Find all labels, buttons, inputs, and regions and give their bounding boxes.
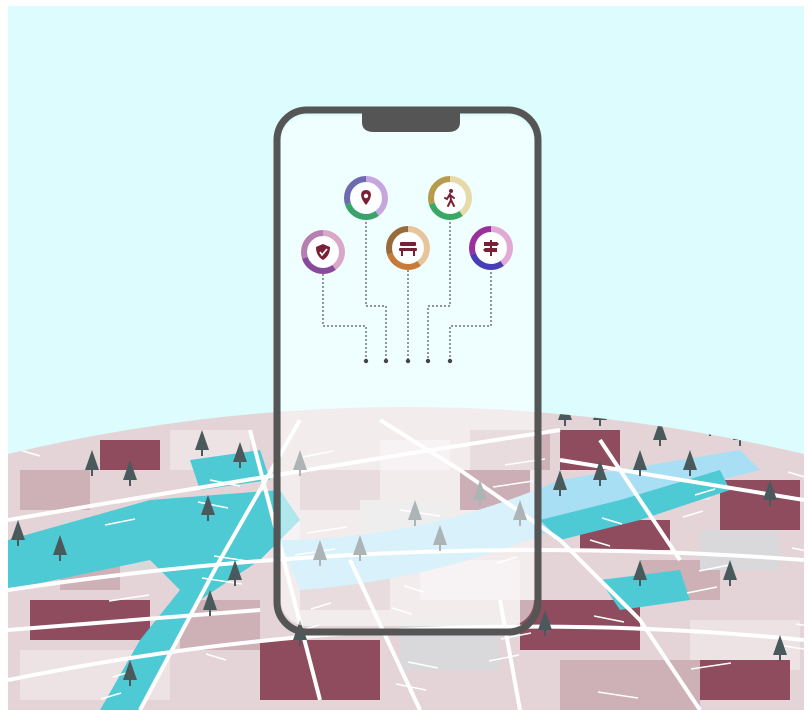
- map-block: [700, 530, 780, 570]
- connector-dot: [405, 358, 411, 364]
- map-block: [260, 640, 380, 700]
- bench-icon: [386, 226, 430, 270]
- connector-dot: [425, 358, 431, 364]
- tree: [703, 410, 717, 436]
- connector-dot: [363, 358, 369, 364]
- map-block: [560, 660, 700, 710]
- smartphone: [273, 106, 542, 636]
- signpost-icon: [469, 226, 513, 270]
- map-block: [20, 470, 90, 510]
- phone-notch: [362, 112, 460, 132]
- connector-dot: [447, 358, 453, 364]
- connector-dot: [383, 358, 389, 364]
- map-scene: [8, 106, 804, 710]
- location-pin-icon: [344, 176, 388, 220]
- illustration: [0, 0, 809, 710]
- phone-screen: [281, 116, 534, 626]
- pedestrian-icon: [428, 176, 472, 220]
- tree: [763, 420, 777, 446]
- shield-check-icon: [301, 230, 345, 274]
